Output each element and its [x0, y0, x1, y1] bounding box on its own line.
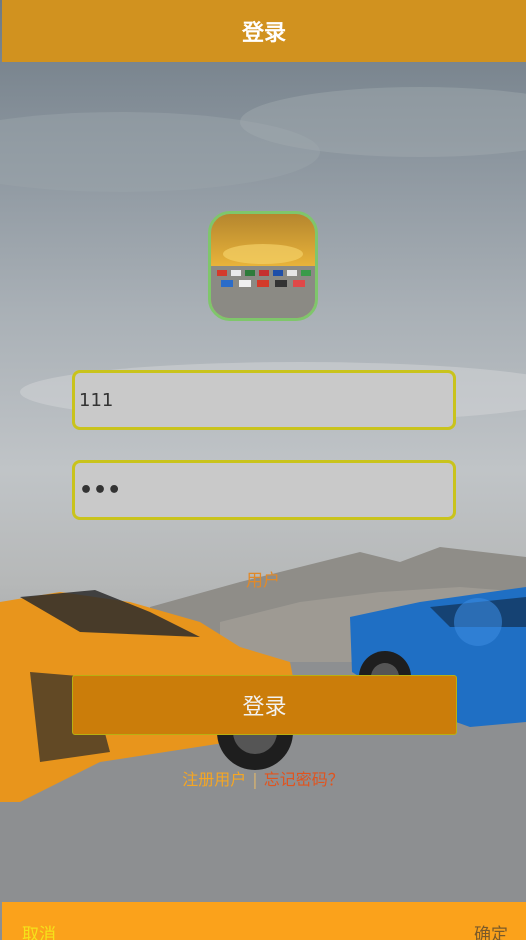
password-input[interactable]: •••	[72, 460, 456, 520]
page-title: 登录	[241, 21, 286, 46]
username-input[interactable]: 111	[72, 370, 456, 430]
cancel-button[interactable]: 取消	[22, 920, 56, 940]
register-link[interactable]: 注册用户	[182, 770, 246, 789]
role-selector[interactable]: 用户	[0, 566, 526, 591]
password-value: •••	[79, 477, 122, 503]
login-screen: 登录 111 ••• 用户 登录 注册用户 | 忘记密码？ 取消 确定	[0, 0, 526, 940]
auth-links: 注册用户 | 忘记密码？	[0, 766, 526, 790]
login-button[interactable]: 登录	[72, 675, 457, 735]
forgot-password-link[interactable]: 忘记密码？	[264, 770, 344, 789]
link-separator: |	[252, 770, 258, 789]
header-bar: 登录	[2, 0, 526, 62]
login-button-label: 登录	[242, 695, 287, 720]
app-logo	[208, 211, 318, 321]
role-label: 用户	[246, 571, 280, 591]
footer-bar: 取消 确定	[2, 902, 526, 940]
logo-image	[211, 214, 315, 318]
confirm-button[interactable]: 确定	[474, 920, 508, 940]
username-value: 111	[79, 389, 114, 411]
